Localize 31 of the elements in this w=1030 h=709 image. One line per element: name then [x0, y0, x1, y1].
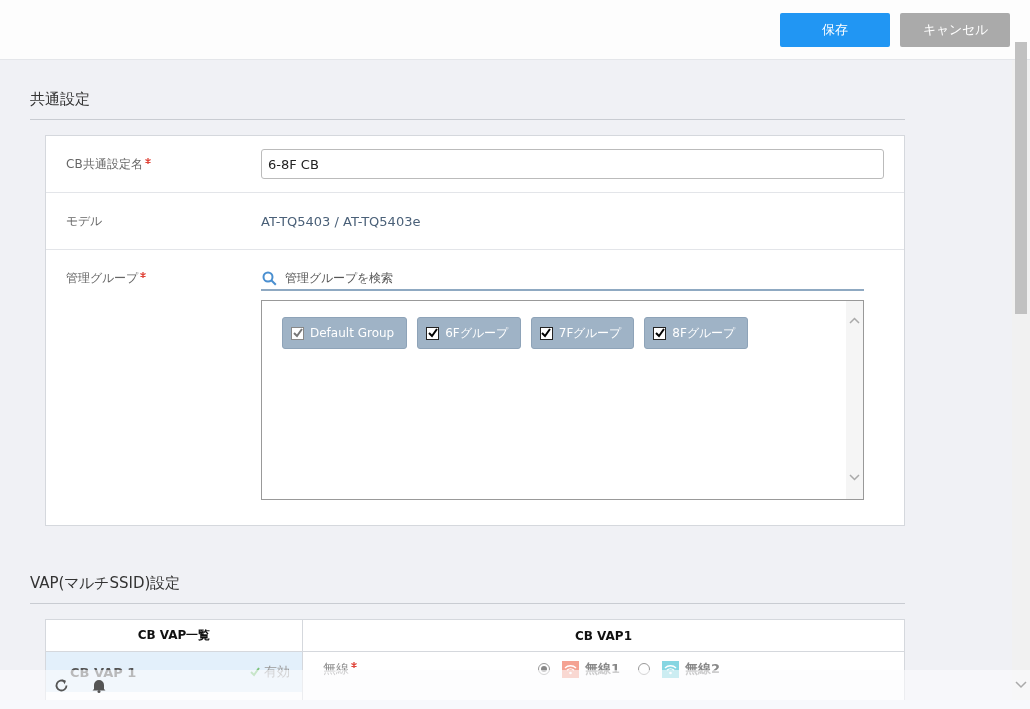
cancel-button[interactable]: キャンセル	[900, 12, 1010, 47]
field-label: 管理グループ	[66, 250, 261, 525]
field-label: モデル	[66, 213, 103, 230]
scrollbar[interactable]	[846, 301, 863, 499]
group-chip[interactable]: 6Fグループ	[417, 317, 521, 349]
model-value: AT-TQ5403 / AT-TQ5403e	[261, 214, 421, 229]
field-label: 無線	[323, 660, 518, 678]
radio-option[interactable]: 無線2	[638, 660, 721, 678]
radio-option[interactable]: 無線1	[538, 660, 621, 678]
checkbox[interactable]	[539, 326, 553, 340]
chevron-down-icon[interactable]	[849, 474, 860, 481]
chevron-down-icon[interactable]	[1015, 681, 1027, 689]
name-input[interactable]: 6-8F CB	[261, 149, 884, 179]
field-label: CB共通設定名	[66, 136, 261, 192]
column-header: CB VAP1	[303, 620, 904, 652]
bell-icon[interactable]	[92, 677, 106, 693]
checkbox[interactable]	[653, 326, 667, 340]
checkbox[interactable]	[426, 326, 440, 340]
refresh-icon[interactable]	[54, 677, 69, 693]
search-icon	[262, 271, 277, 286]
group-chip[interactable]: 7Fグループ	[530, 317, 635, 349]
search-field[interactable]: 管理グループを検索	[261, 267, 864, 291]
section-title: 共通設定	[30, 60, 905, 120]
check-icon	[250, 667, 260, 677]
group-chip[interactable]: 8Fグループ	[644, 317, 748, 349]
scrollbar-thumb[interactable]	[1015, 42, 1027, 314]
chevron-up-icon[interactable]	[849, 317, 860, 324]
vap-list-item[interactable]: CB VAP 1 有効	[46, 652, 302, 692]
section-title: VAP(マルチSSID)設定	[30, 526, 905, 604]
status-text: 有効	[264, 663, 290, 681]
save-button[interactable]: 保存	[780, 12, 890, 47]
